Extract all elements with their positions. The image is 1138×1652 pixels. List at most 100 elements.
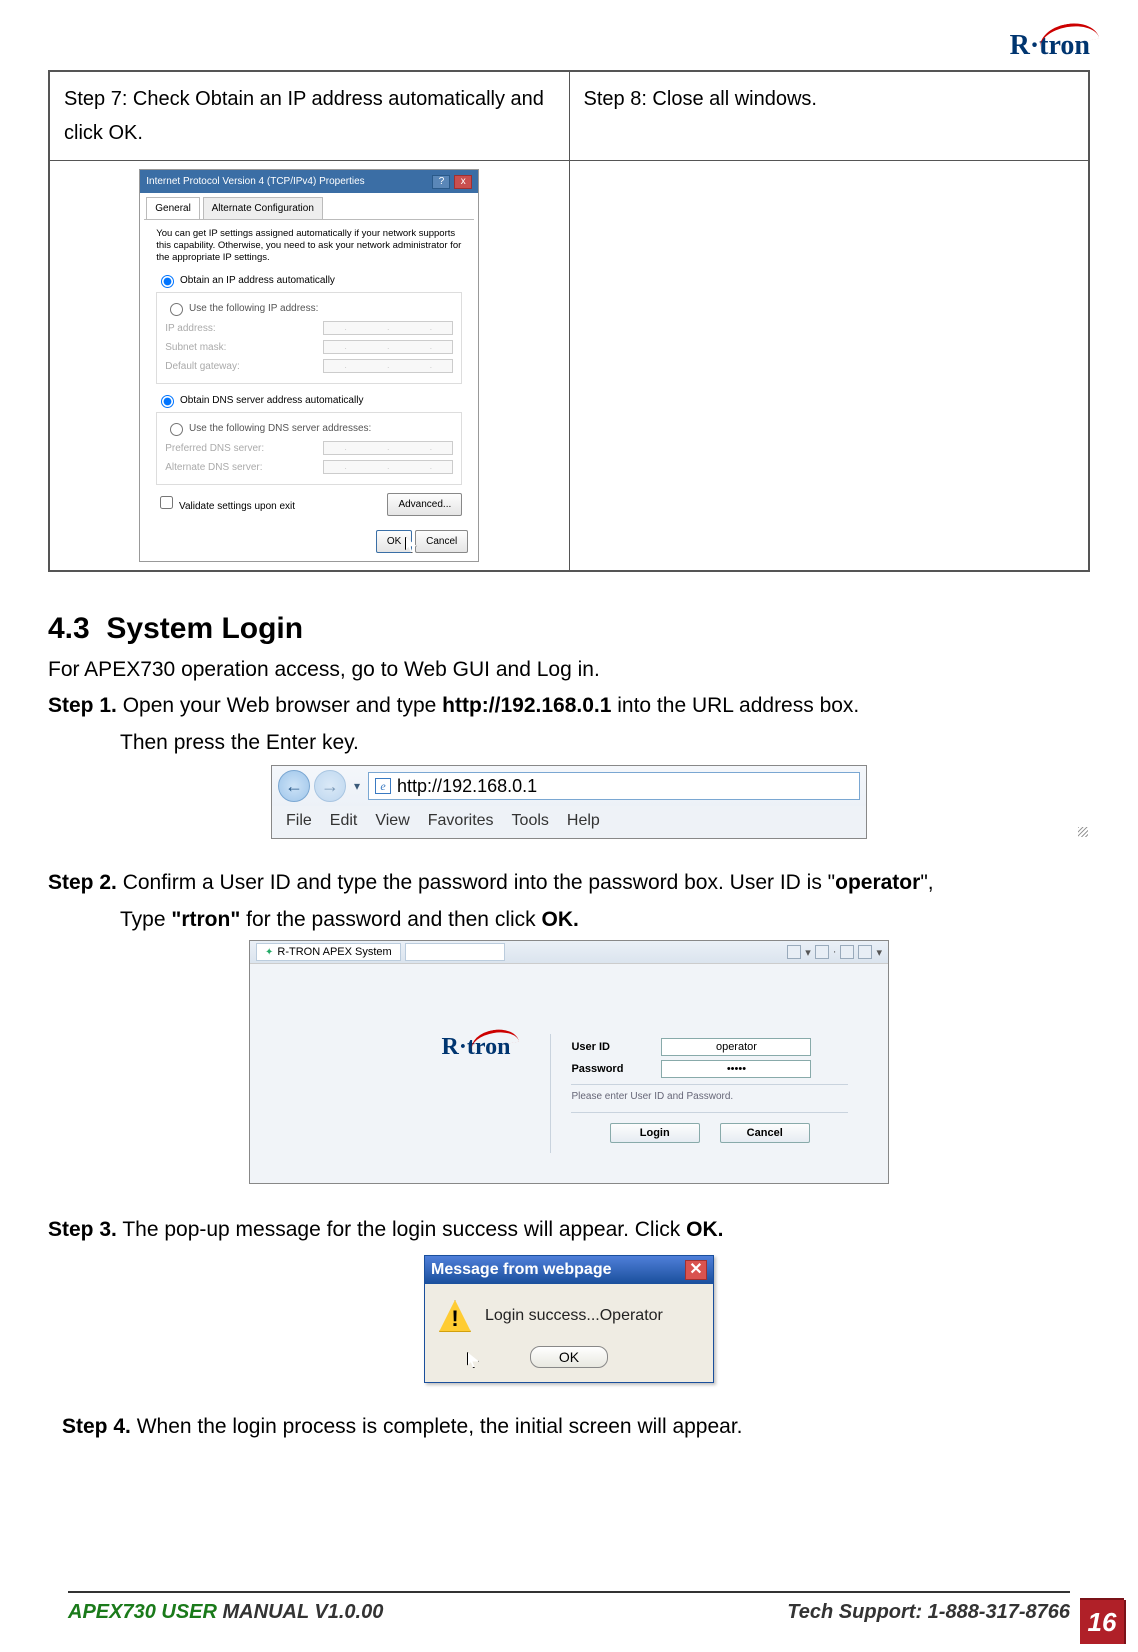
step1-text-a: Open your Web browser and type <box>117 694 442 717</box>
ipv4-title: Internet Protocol Version 4 (TCP/IPv4) P… <box>146 173 364 190</box>
password-input[interactable] <box>661 1060 811 1078</box>
section-heading: 4.3 System Login <box>48 612 1090 646</box>
radio-static-ip[interactable] <box>170 303 183 316</box>
tab-alternate[interactable]: Alternate Configuration <box>203 197 323 219</box>
home-drop-icon[interactable]: ▾ <box>805 946 811 959</box>
step1-url: http://192.168.0.1 <box>442 694 611 717</box>
brand-header: R·tron <box>48 30 1090 62</box>
message-close-button[interactable]: ✕ <box>685 1260 707 1280</box>
tab-favicon-icon: ✦ <box>265 947 273 958</box>
step3-text-a: The pop-up message for the login success… <box>117 1218 686 1241</box>
step2-user: operator <box>835 871 920 894</box>
ie-menu-bar: File Edit View Favorites Tools Help <box>272 806 866 838</box>
login-button[interactable]: Login <box>610 1123 700 1143</box>
step2-ok: OK. <box>541 908 578 931</box>
print-icon[interactable] <box>858 945 872 959</box>
message-text: Login success...Operator <box>485 1307 663 1325</box>
footer-left: APEX730 USER MANUAL V1.0.00 <box>68 1601 383 1624</box>
steps-table: Step 7: Check Obtain an IP address autom… <box>48 70 1090 572</box>
step2-text-b: ", <box>920 871 933 894</box>
login-cancel-button[interactable]: Cancel <box>720 1123 810 1143</box>
home-icon[interactable] <box>787 945 801 959</box>
step1-text-b: into the URL address box. <box>611 694 859 717</box>
step2-pw: rtron <box>181 908 230 931</box>
subnet-label: Subnet mask: <box>165 339 226 356</box>
step8-empty-cell <box>569 161 1089 571</box>
radio-auto-ip-label: Obtain an IP address automatically <box>180 275 335 286</box>
validate-label: Validate settings upon exit <box>179 501 295 512</box>
address-bar[interactable]: e http://192.168.0.1 <box>368 772 860 800</box>
step4-text-a: When the login process is complete, the … <box>131 1415 743 1438</box>
back-button[interactable]: ← <box>278 770 310 802</box>
radio-auto-dns-label: Obtain DNS server address automatically <box>180 395 363 406</box>
forward-button[interactable]: → <box>314 770 346 802</box>
section-title: System Login <box>106 612 303 645</box>
menu-view[interactable]: View <box>375 812 409 830</box>
cancel-button[interactable]: Cancel <box>415 530 468 553</box>
radio-static-dns-label: Use the following DNS server addresses: <box>189 423 371 434</box>
login-window: ✦ R-TRON APEX System ▾ · ▾ R·tron <box>249 940 889 1184</box>
menu-tools[interactable]: Tools <box>512 812 549 830</box>
validate-checkbox[interactable] <box>160 496 173 509</box>
print-drop-icon[interactable]: ▾ <box>876 946 882 959</box>
radio-static-dns[interactable] <box>170 423 183 436</box>
warning-icon: ! <box>439 1300 471 1332</box>
new-tab-button[interactable] <box>405 943 505 961</box>
step2-q1: " <box>171 908 181 931</box>
pref-dns-label: Preferred DNS server: <box>165 440 264 457</box>
ipv4-dialog-cell: Internet Protocol Version 4 (TCP/IPv4) P… <box>49 161 569 571</box>
pref-dns-input: ... <box>323 441 453 455</box>
radio-static-ip-label: Use the following IP address: <box>189 303 318 314</box>
url-text: http://192.168.0.1 <box>397 776 537 797</box>
radio-auto-dns[interactable] <box>161 395 174 408</box>
menu-file[interactable]: File <box>286 812 312 830</box>
resize-grip-icon <box>1078 827 1088 837</box>
section-number: 4.3 <box>48 612 90 645</box>
step8-cell: Step 8: Close all windows. <box>569 71 1089 161</box>
close-button[interactable]: x <box>454 175 472 189</box>
footer-manual: MANUAL V1.0.00 <box>217 1601 383 1623</box>
step2-text-a: Confirm a User ID and type the password … <box>117 871 835 894</box>
nav-dropdown-icon[interactable]: ▾ <box>350 779 364 793</box>
feeds-icon[interactable] <box>815 945 829 959</box>
footer-right: Tech Support: 1-888-317-8766 <box>787 1601 1070 1624</box>
page-number-badge: 16 <box>1080 1600 1124 1644</box>
step2-text-d: for the password and then click <box>246 908 541 931</box>
step2-line1: Step 2. Confirm a User ID and type the p… <box>48 867 1090 900</box>
tab-general[interactable]: General <box>146 197 200 219</box>
page-footer: APEX730 USER MANUAL V1.0.00 Tech Support… <box>0 1591 1138 1624</box>
ie-favicon-icon: e <box>375 778 391 794</box>
message-ok-button[interactable]: OK <box>530 1346 608 1368</box>
message-box: Message from webpage ✕ ! Login success..… <box>424 1255 714 1383</box>
step1-label: Step 1. <box>48 694 117 717</box>
step3-ok: OK. <box>686 1218 723 1241</box>
user-id-label: User ID <box>571 1041 641 1053</box>
step2-label: Step 2. <box>48 871 117 894</box>
step7-cell: Step 7: Check Obtain an IP address autom… <box>49 71 569 161</box>
step2-line2: Type "rtron" for the password and then c… <box>48 904 1090 937</box>
menu-help[interactable]: Help <box>567 812 600 830</box>
ok-button[interactable]: OK <box>376 530 412 553</box>
ie-command-bar: ▾ · ▾ <box>787 945 882 959</box>
login-brand-logo: R·tron <box>442 1034 511 1061</box>
menu-favorites[interactable]: Favorites <box>428 812 494 830</box>
menu-edit[interactable]: Edit <box>330 812 358 830</box>
browser-tab[interactable]: ✦ R-TRON APEX System <box>256 943 401 961</box>
ipv4-note: You can get IP settings assigned automat… <box>156 228 462 264</box>
alt-dns-input: ... <box>323 460 453 474</box>
section-intro: For APEX730 operation access, go to Web … <box>48 654 1090 687</box>
radio-auto-ip[interactable] <box>161 275 174 288</box>
ip-address-input: ... <box>323 321 453 335</box>
tab-title: R-TRON APEX System <box>277 946 391 958</box>
step4-label: Step 4. <box>62 1415 131 1438</box>
footer-product: APEX730 USER <box>68 1601 217 1623</box>
user-id-input[interactable] <box>661 1038 811 1056</box>
password-label: Password <box>571 1063 641 1075</box>
advanced-button[interactable]: Advanced... <box>387 493 462 516</box>
ipv4-dialog: Internet Protocol Version 4 (TCP/IPv4) P… <box>139 169 479 562</box>
step1-line1: Step 1. Open your Web browser and type h… <box>48 690 1090 723</box>
alt-dns-label: Alternate DNS server: <box>165 459 262 476</box>
mail-icon[interactable] <box>840 945 854 959</box>
help-button[interactable]: ? <box>432 175 450 189</box>
ie-browser-bar: ← → ▾ e http://192.168.0.1 File Edit Vie… <box>271 765 867 839</box>
